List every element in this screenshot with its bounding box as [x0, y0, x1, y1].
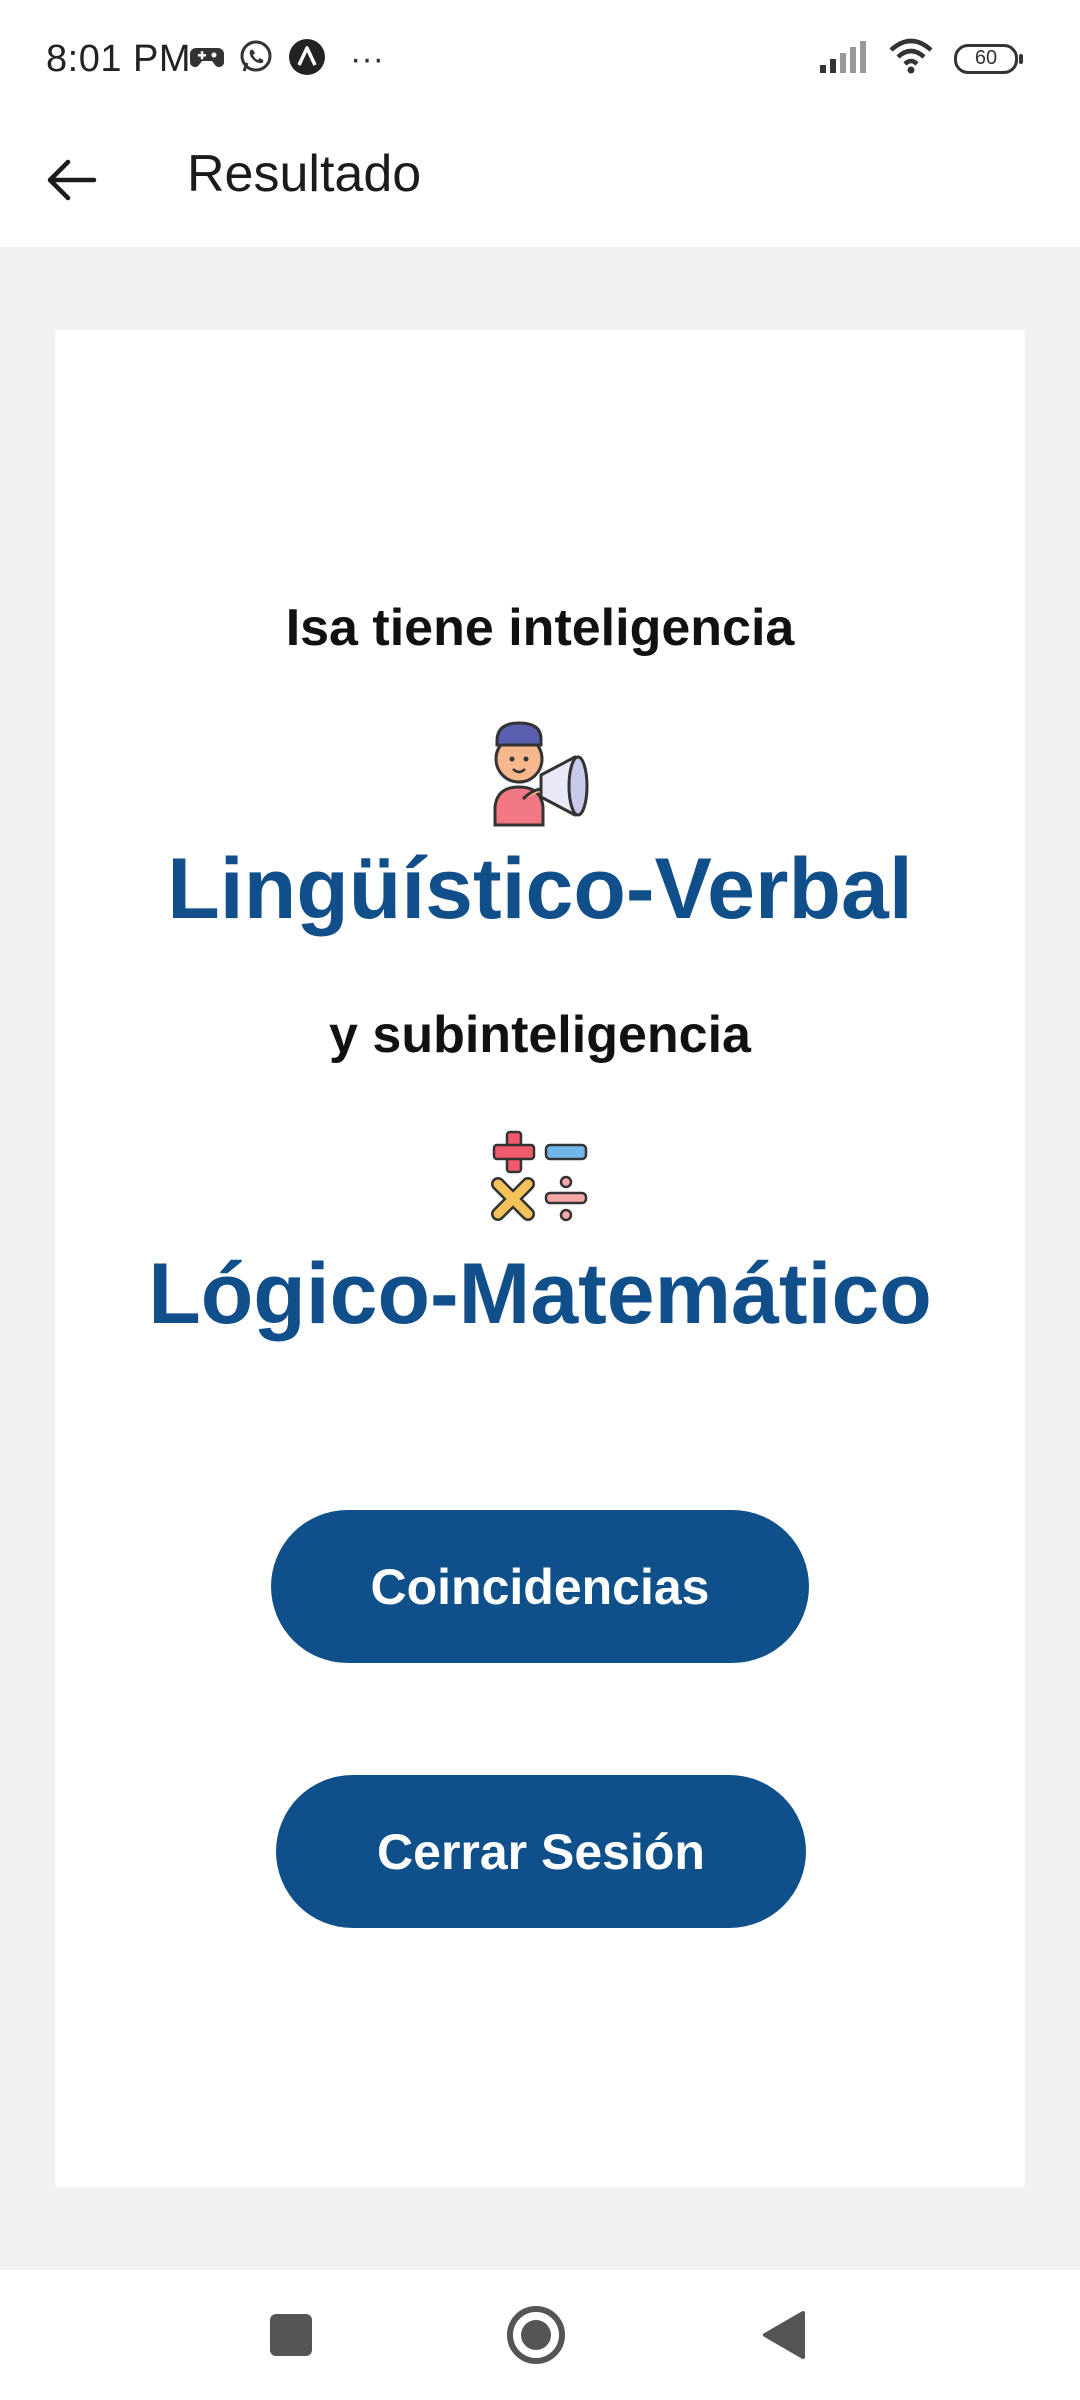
wifi-icon: [888, 38, 934, 79]
status-bar: 8:01 PM ··· 60: [0, 0, 1080, 120]
logout-button[interactable]: Cerrar Sesión: [276, 1775, 806, 1928]
whatsapp-icon: [238, 39, 274, 80]
back-triangle-icon: [763, 2311, 805, 2359]
matches-button[interactable]: Coincidencias: [271, 1510, 809, 1663]
signal-icon: [818, 39, 868, 78]
home-button[interactable]: [501, 2300, 571, 2370]
system-icons: 60: [818, 38, 1023, 79]
back-nav-button[interactable]: [748, 2300, 818, 2370]
battery-level: 60: [974, 47, 998, 69]
primary-intelligence: Lingüístico-Verbal: [167, 841, 913, 937]
game-controller-icon: [190, 42, 224, 77]
battery-icon: 60: [954, 43, 1023, 74]
secondary-intelligence: Lógico-Matemático: [148, 1246, 932, 1342]
back-button[interactable]: [30, 138, 114, 222]
status-time: 8:01 PM: [46, 38, 192, 80]
page-title: Resultado: [187, 145, 422, 203]
arrow-left-icon: [47, 159, 97, 201]
result-card: Isa tiene inteligencia Lingüístico-Verba…: [55, 330, 1025, 2187]
person-megaphone-icon: [55, 717, 1025, 827]
intelligence-intro: Isa tiene inteligencia: [285, 599, 795, 657]
math-operators-icon: [55, 1130, 1025, 1224]
more-notifications: ···: [350, 40, 384, 78]
recents-button[interactable]: [256, 2300, 326, 2370]
sub-intelligence-intro: y subinteligencia: [329, 1006, 751, 1064]
recents-square-icon: [270, 2314, 312, 2356]
system-nav-bar: [0, 2270, 1080, 2400]
notification-icons: ···: [190, 38, 384, 81]
home-circle-icon: [507, 2306, 565, 2364]
app-a-icon: [288, 38, 326, 81]
app-bar: Resultado: [0, 120, 1080, 247]
